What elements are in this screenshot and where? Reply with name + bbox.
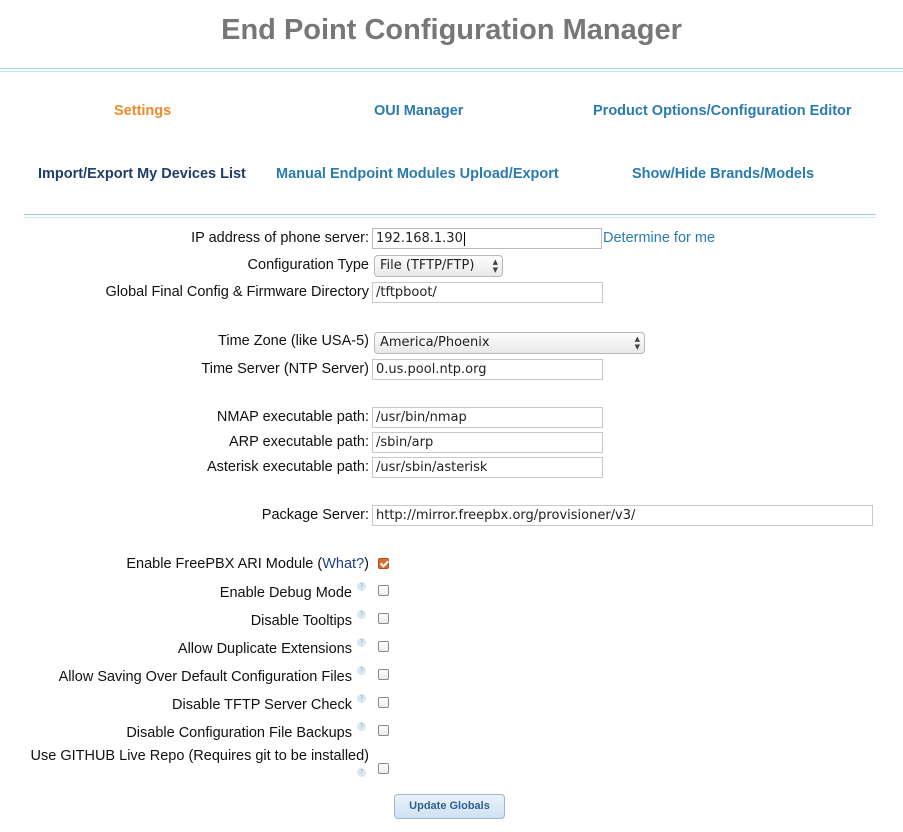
config-type-label: Configuration Type — [247, 257, 369, 273]
arp-path-label: ARP executable path: — [229, 434, 369, 450]
directory-value: /tftpboot/ — [376, 285, 437, 300]
help-icon[interactable]: ? — [357, 582, 366, 591]
disable-backups-label: Disable Configuration File Backups — [126, 725, 352, 741]
asterisk-path-input[interactable]: /usr/sbin/asterisk — [372, 457, 603, 478]
github-live-repo-checkbox[interactable] — [378, 763, 389, 774]
saving-over-defaults-label: Allow Saving Over Default Configuration … — [58, 669, 352, 685]
update-globals-button[interactable]: Update Globals — [394, 794, 505, 819]
disable-tftp-check-checkbox[interactable] — [378, 697, 389, 708]
config-type-value: File (TFTP/FTP) — [380, 258, 475, 273]
duplicate-extensions-checkbox[interactable] — [378, 641, 389, 652]
timezone-select[interactable]: America/Phoenix ▲ ▼ — [374, 332, 645, 354]
nav-manual-modules-upload[interactable]: Manual Endpoint Modules Upload/Export — [276, 166, 559, 182]
help-icon[interactable]: ? — [357, 768, 366, 777]
ip-address-input[interactable]: 192.168.1.30 — [372, 228, 602, 249]
nav-import-export-devices[interactable]: Import/Export My Devices List — [38, 166, 246, 182]
asterisk-path-label: Asterisk executable path: — [206, 459, 369, 475]
nav-oui-manager[interactable]: OUI Manager — [374, 103, 463, 119]
disable-tooltips-checkbox[interactable] — [378, 613, 389, 624]
timezone-value: America/Phoenix — [380, 335, 490, 350]
page-title: End Point Configuration Manager — [221, 14, 682, 46]
nav-settings[interactable]: Settings — [114, 103, 171, 119]
ari-module-label-text: Enable FreePBX ARI Module ( — [126, 556, 323, 572]
nav-product-options-editor[interactable]: Product Options/Configuration Editor — [593, 103, 852, 119]
select-arrows-icon: ▲ ▼ — [634, 335, 640, 351]
nmap-path-value: /usr/bin/nmap — [376, 410, 467, 425]
directory-label: Global Final Config & Firmware Directory — [105, 284, 370, 300]
help-icon[interactable]: ? — [357, 694, 366, 703]
asterisk-path-value: /usr/sbin/asterisk — [376, 460, 488, 475]
ip-address-label: IP address of phone server: — [191, 230, 369, 246]
ari-module-checkbox[interactable] — [378, 558, 389, 569]
header-divider — [0, 68, 903, 69]
timeserver-input[interactable]: 0.us.pool.ntp.org — [372, 359, 603, 380]
timeserver-label: Time Server (NTP Server) — [201, 361, 369, 377]
nav-divider — [24, 214, 876, 215]
package-server-input[interactable]: http://mirror.freepbx.org/provisioner/v3… — [372, 505, 873, 526]
help-icon[interactable]: ? — [357, 666, 366, 675]
disable-tooltips-label: Disable Tooltips — [250, 613, 352, 629]
disable-tftp-check-label: Disable TFTP Server Check — [172, 697, 352, 713]
select-arrows-icon: ▲ ▼ — [492, 258, 498, 274]
package-server-label: Package Server: — [261, 507, 369, 523]
nav-divider-shadow — [24, 217, 876, 218]
ari-module-label: Enable FreePBX ARI Module (What?) — [126, 556, 369, 572]
nmap-path-input[interactable]: /usr/bin/nmap — [372, 407, 603, 428]
nmap-path-label: NMAP executable path: — [216, 409, 369, 425]
nav-show-hide-brands[interactable]: Show/Hide Brands/Models — [632, 166, 814, 182]
help-icon[interactable]: ? — [357, 610, 366, 619]
config-type-select[interactable]: File (TFTP/FTP) ▲ ▼ — [374, 255, 503, 277]
help-icon[interactable]: ? — [357, 638, 366, 647]
disable-backups-checkbox[interactable] — [378, 725, 389, 736]
debug-mode-checkbox[interactable] — [378, 585, 389, 596]
duplicate-extensions-label: Allow Duplicate Extensions — [177, 641, 352, 657]
timeserver-value: 0.us.pool.ntp.org — [376, 362, 487, 377]
github-live-repo-label: Use GITHUB Live Repo (Requires git to be… — [30, 748, 369, 764]
header-divider-shadow — [0, 71, 903, 72]
ip-address-value: 192.168.1.30 — [376, 231, 463, 246]
help-icon[interactable]: ? — [357, 722, 366, 731]
text-caret — [463, 231, 465, 246]
ari-what-link[interactable]: What? — [322, 556, 364, 572]
arp-path-input[interactable]: /sbin/arp — [372, 432, 603, 453]
package-server-value: http://mirror.freepbx.org/provisioner/v3… — [376, 508, 636, 523]
directory-input[interactable]: /tftpboot/ — [372, 282, 603, 303]
debug-mode-label: Enable Debug Mode — [219, 585, 352, 601]
arp-path-value: /sbin/arp — [376, 435, 434, 450]
ari-module-label-close: ) — [364, 556, 369, 572]
timezone-label: Time Zone (like USA-5) — [218, 333, 369, 349]
saving-over-defaults-checkbox[interactable] — [378, 669, 389, 680]
determine-for-me-link[interactable]: Determine for me — [603, 230, 715, 246]
